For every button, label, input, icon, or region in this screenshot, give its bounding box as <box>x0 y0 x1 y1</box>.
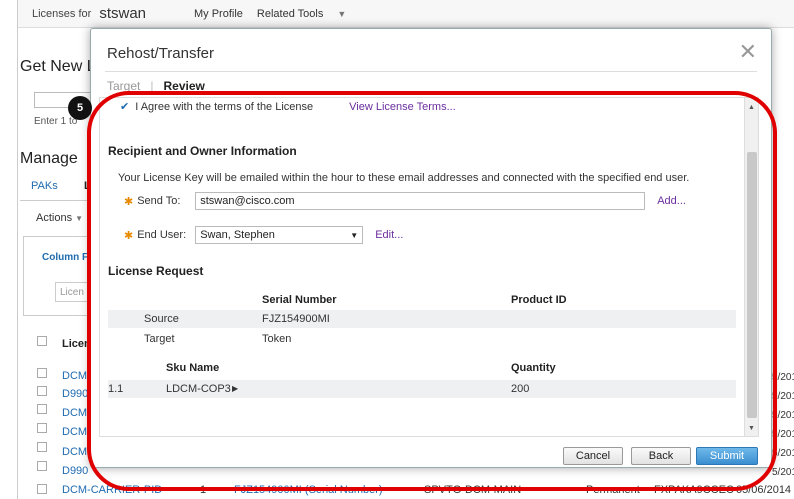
highlight-frame <box>87 91 777 491</box>
actions-label: Actions <box>36 212 73 224</box>
column-filter-link[interactable]: Column Fi <box>42 252 91 263</box>
chevron-down-icon: ▼ <box>75 214 84 223</box>
row-checkbox[interactable] <box>37 386 47 396</box>
tab-divider <box>20 200 90 201</box>
table-row-link[interactable]: D990 <box>62 465 88 477</box>
filter-panel <box>23 236 93 316</box>
row-checkbox[interactable] <box>37 368 47 378</box>
related-tools-menu[interactable]: Related Tools <box>257 8 323 20</box>
get-new-heading: Get New L <box>20 58 96 75</box>
row-checkbox[interactable] <box>37 461 47 471</box>
row-checkbox[interactable] <box>37 442 47 452</box>
manage-heading: Manage <box>20 150 78 167</box>
row-date: 5/2014 <box>772 467 794 478</box>
select-all-checkbox[interactable] <box>37 336 47 346</box>
actions-menu[interactable]: Actions ▼ <box>36 212 83 224</box>
dialog-title: Rehost/Transfer <box>107 45 214 62</box>
user-selector[interactable]: stswan <box>99 5 146 22</box>
divider <box>105 71 757 72</box>
chevron-down-icon: ▼ <box>337 8 347 19</box>
licenses-for-label: Licenses for <box>32 7 92 20</box>
my-profile-link[interactable]: My Profile <box>194 8 243 20</box>
top-bar: Licenses for stswan My Profile Related T… <box>18 0 794 28</box>
row-checkbox[interactable] <box>37 423 47 433</box>
table-row-link[interactable]: D990 <box>62 388 88 400</box>
left-border <box>0 0 18 499</box>
enter-hint: Enter 1 to <box>34 116 78 127</box>
close-icon[interactable]: ✕ <box>739 41 757 63</box>
step-number-badge: 5 <box>68 96 92 120</box>
tab-paks[interactable]: PAKs <box>31 180 58 192</box>
row-checkbox[interactable] <box>37 484 47 494</box>
row-checkbox[interactable] <box>37 404 47 414</box>
